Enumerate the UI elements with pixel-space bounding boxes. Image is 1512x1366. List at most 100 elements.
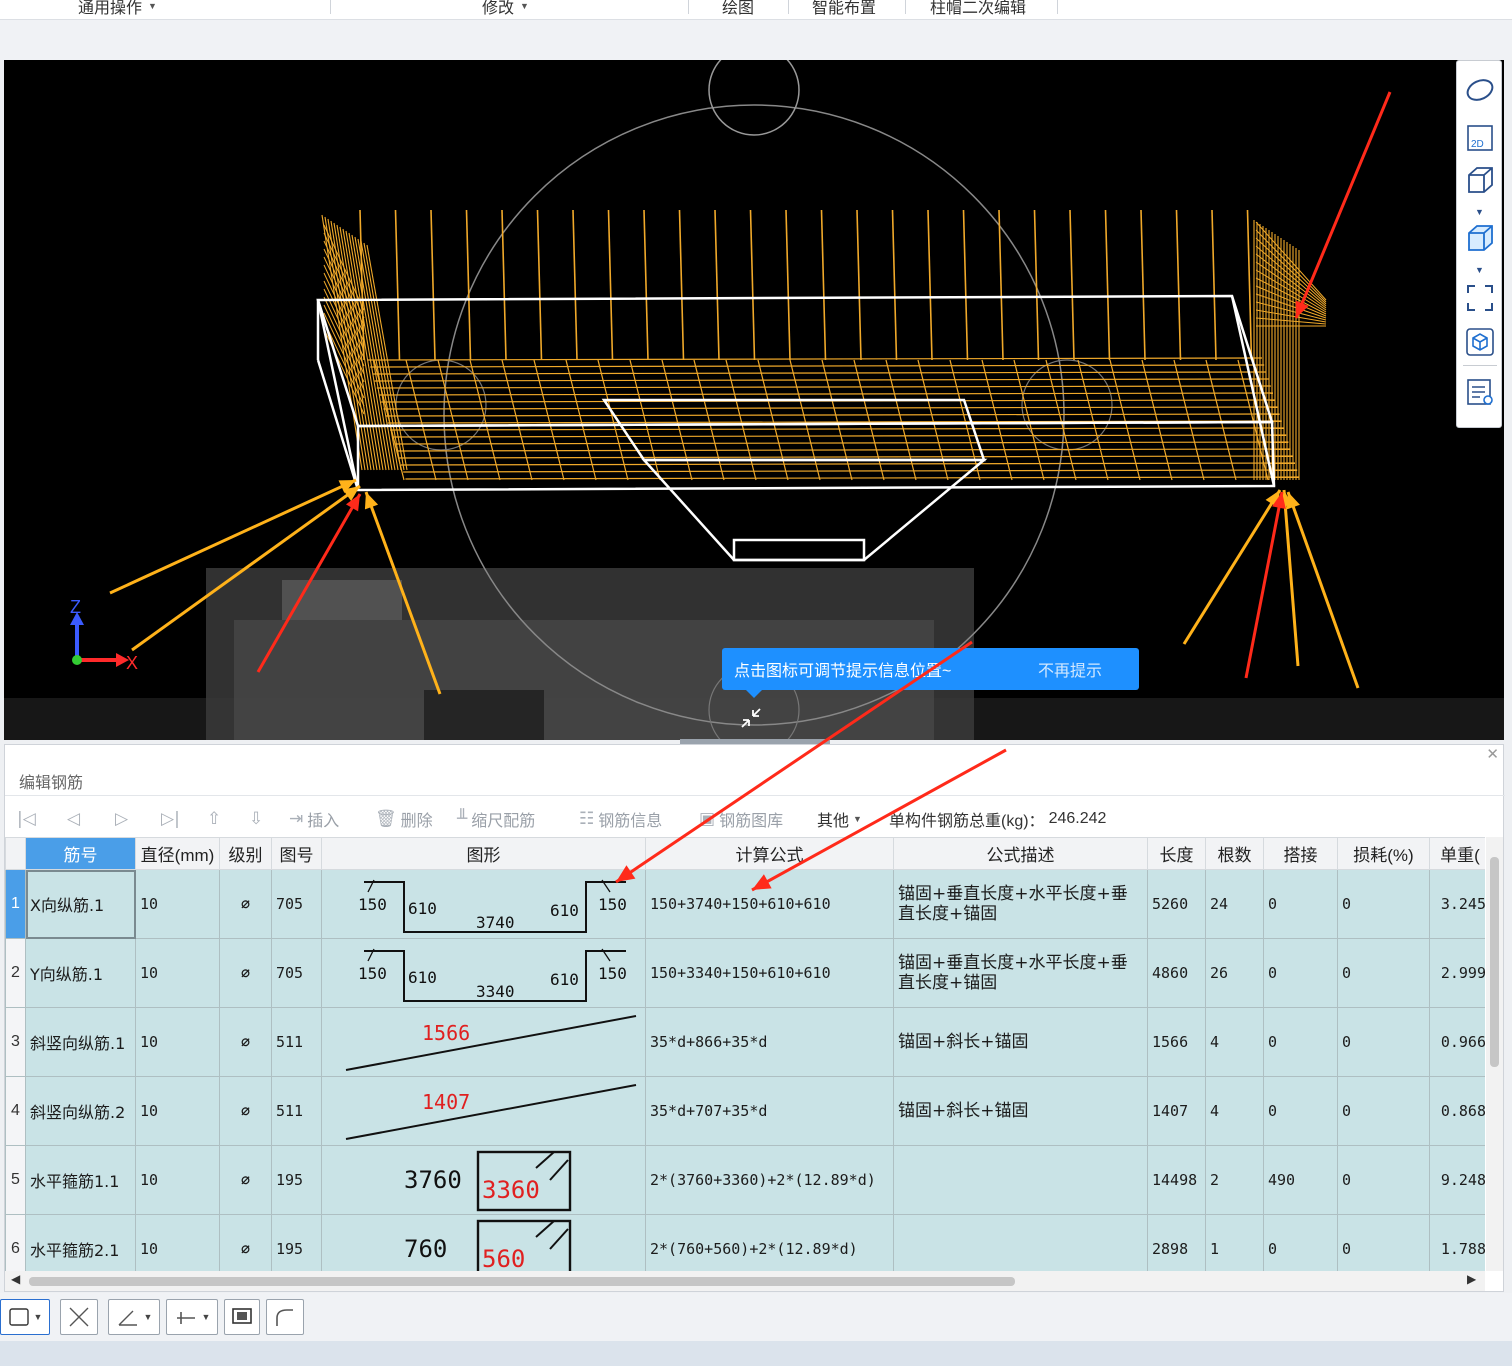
cube-icon[interactable] — [1464, 165, 1496, 195]
cell-unit[interactable]: 0.868 — [1429, 1076, 1485, 1146]
ribbon-group-draw[interactable]: 绘图 — [722, 0, 754, 18]
cell-fig[interactable]: 511 — [271, 1007, 322, 1077]
cell-shape[interactable]: 1566 — [321, 1007, 646, 1077]
chevron-down-icon[interactable]: ▼ — [1475, 265, 1484, 275]
cell-grade[interactable]: ⌀ — [219, 938, 272, 1008]
close-icon[interactable]: ✕ — [1486, 745, 1499, 763]
table-row[interactable]: 1 X向纵筋.1 10 ⌀ 705 150 610 3740 610 150 150+3740+15… — [5, 869, 1485, 939]
cell-lap[interactable]: 0 — [1263, 1076, 1338, 1146]
cell-unit[interactable]: 9.248 — [1429, 1145, 1485, 1215]
table-row[interactable]: 4 斜竖向纵筋.2 10 ⌀ 511 1407 35*d+707+35*d 锚固+斜长+锚固 1… — [5, 1076, 1485, 1146]
cell-name[interactable]: 斜竖向纵筋.1 — [25, 1007, 136, 1077]
table-row[interactable]: 2 Y向纵筋.1 10 ⌀ 705 150 610 3340 610 150 150+3340+15… — [5, 938, 1485, 1008]
select-shape-button[interactable]: ▼ — [0, 1299, 50, 1335]
display-mode-button[interactable] — [224, 1299, 260, 1335]
cell-lap[interactable]: 490 — [1263, 1145, 1338, 1215]
cell-shape[interactable]: 1407 — [321, 1076, 646, 1146]
cell-count[interactable]: 2 — [1205, 1145, 1264, 1215]
column-header[interactable]: 公式描述 — [893, 837, 1148, 870]
curve-tool-button[interactable] — [266, 1299, 304, 1335]
rebar-library-button[interactable]: ▣ 钢筋图库 — [699, 807, 783, 831]
cell-loss[interactable]: 0 — [1337, 869, 1430, 939]
view-cube-icon[interactable] — [1464, 327, 1496, 357]
cell-grade[interactable]: ⌀ — [219, 1214, 272, 1271]
cell-grade[interactable]: ⌀ — [219, 1007, 272, 1077]
column-header[interactable]: 单重( — [1429, 837, 1485, 870]
cell-name[interactable]: X向纵筋.1 — [25, 869, 136, 939]
cell-dia[interactable]: 10 — [135, 1145, 220, 1215]
cell-formula[interactable]: 150+3740+150+610+610 — [645, 869, 894, 939]
orbit-icon[interactable] — [1464, 75, 1496, 105]
cell-dia[interactable]: 10 — [135, 1214, 220, 1271]
table-row[interactable]: 3 斜竖向纵筋.1 10 ⌀ 511 1566 35*d+866+35*d 锚固+斜长+锚固 1… — [5, 1007, 1485, 1077]
other-menu-button[interactable]: 其他 ▼ — [817, 807, 862, 831]
dont-show-again-link[interactable]: 不再提示 — [1038, 657, 1102, 681]
cell-grade[interactable]: ⌀ — [219, 1145, 272, 1215]
cell-shape[interactable]: 150 610 3740 610 150 — [321, 869, 646, 939]
column-header[interactable]: 计算公式 — [645, 837, 894, 870]
cell-formula[interactable]: 35*d+707+35*d — [645, 1076, 894, 1146]
cell-fig[interactable]: 511 — [271, 1076, 322, 1146]
cell-dia[interactable]: 10 — [135, 1076, 220, 1146]
column-header[interactable]: 长度 — [1147, 837, 1206, 870]
last-record-icon[interactable]: ▷| — [161, 809, 180, 829]
cell-loss[interactable]: 0 — [1337, 1076, 1430, 1146]
row-number[interactable]: 3 — [5, 1007, 26, 1077]
cell-length[interactable]: 2898 — [1147, 1214, 1206, 1271]
cell-loss[interactable]: 0 — [1337, 938, 1430, 1008]
table-row[interactable]: 5 水平箍筋1.1 10 ⌀ 195 3760 3360 2*(3760+3360)+2*(1… — [5, 1145, 1485, 1215]
rebar-info-button[interactable]: ☷ 钢筋信息 — [579, 807, 662, 831]
cell-desc[interactable]: 锚固+垂直长度+水平长度+垂直长度+锚固 — [893, 869, 1148, 939]
cell-length[interactable]: 14498 — [1147, 1145, 1206, 1215]
cell-desc[interactable] — [893, 1214, 1148, 1271]
cell-desc[interactable]: 锚固+斜长+锚固 — [893, 1076, 1148, 1146]
angle-tool-button[interactable]: ▼ — [108, 1299, 160, 1335]
column-header[interactable]: 筋号 — [25, 837, 136, 870]
ribbon-group-modify[interactable]: 修改 ▼ — [482, 0, 529, 18]
cell-unit[interactable]: 2.999 — [1429, 938, 1485, 1008]
cell-fig[interactable]: 705 — [271, 938, 322, 1008]
cell-name[interactable]: 水平箍筋2.1 — [25, 1214, 136, 1271]
insert-button[interactable]: ⇥ 插入 — [289, 807, 339, 831]
move-down-icon[interactable]: ⇩ — [249, 809, 263, 829]
column-header[interactable]: 根数 — [1205, 837, 1264, 870]
cell-count[interactable]: 24 — [1205, 869, 1264, 939]
column-header[interactable]: 损耗(%) — [1337, 837, 1430, 870]
prev-record-icon[interactable]: ◁ — [67, 809, 80, 829]
display-settings-icon[interactable] — [1464, 377, 1496, 407]
scroll-left-icon[interactable]: ◀ — [11, 1272, 20, 1286]
cell-length[interactable]: 4860 — [1147, 938, 1206, 1008]
3d-viewport[interactable]: Z X — [4, 60, 1504, 740]
cell-dia[interactable]: 10 — [135, 938, 220, 1008]
cancel-draw-button[interactable] — [60, 1299, 98, 1335]
cell-fig[interactable]: 705 — [271, 869, 322, 939]
cell-length[interactable]: 1566 — [1147, 1007, 1206, 1077]
cell-formula[interactable]: 150+3340+150+610+610 — [645, 938, 894, 1008]
chevron-down-icon[interactable]: ▼ — [1475, 207, 1484, 217]
row-number[interactable]: 1 — [5, 869, 26, 939]
ribbon-group-column-cap-edit[interactable]: 柱帽二次编辑 — [930, 0, 1026, 18]
cell-formula[interactable]: 35*d+866+35*d — [645, 1007, 894, 1077]
cell-count[interactable]: 1 — [1205, 1214, 1264, 1271]
cell-dia[interactable]: 10 — [135, 1007, 220, 1077]
cell-unit[interactable]: 3.245 — [1429, 869, 1485, 939]
cell-count[interactable]: 4 — [1205, 1076, 1264, 1146]
cell-lap[interactable]: 0 — [1263, 1214, 1338, 1271]
horizontal-scrollbar[interactable]: ◀ ▶ — [5, 1271, 1485, 1291]
cell-length[interactable]: 1407 — [1147, 1076, 1206, 1146]
table-row[interactable]: 6 水平箍筋2.1 10 ⌀ 195 760 560 2*(760+560)+2*(12.89… — [5, 1214, 1485, 1271]
column-header[interactable]: 搭接 — [1263, 837, 1338, 870]
cell-formula[interactable]: 2*(3760+3360)+2*(12.89*d) — [645, 1145, 894, 1215]
fullscreen-icon[interactable] — [1464, 283, 1496, 313]
scroll-right-icon[interactable]: ▶ — [1467, 1272, 1476, 1286]
column-header[interactable]: 直径(mm) — [135, 837, 220, 870]
cell-formula[interactable]: 2*(760+560)+2*(12.89*d) — [645, 1214, 894, 1271]
cell-lap[interactable]: 0 — [1263, 1007, 1338, 1077]
cell-loss[interactable]: 0 — [1337, 1214, 1430, 1271]
cell-dia[interactable]: 10 — [135, 869, 220, 939]
delete-button[interactable]: 🗑 删除 — [375, 807, 433, 831]
row-number[interactable]: 5 — [5, 1145, 26, 1215]
cell-count[interactable]: 26 — [1205, 938, 1264, 1008]
cell-desc[interactable] — [893, 1145, 1148, 1215]
column-header[interactable]: 图形 — [321, 837, 646, 870]
